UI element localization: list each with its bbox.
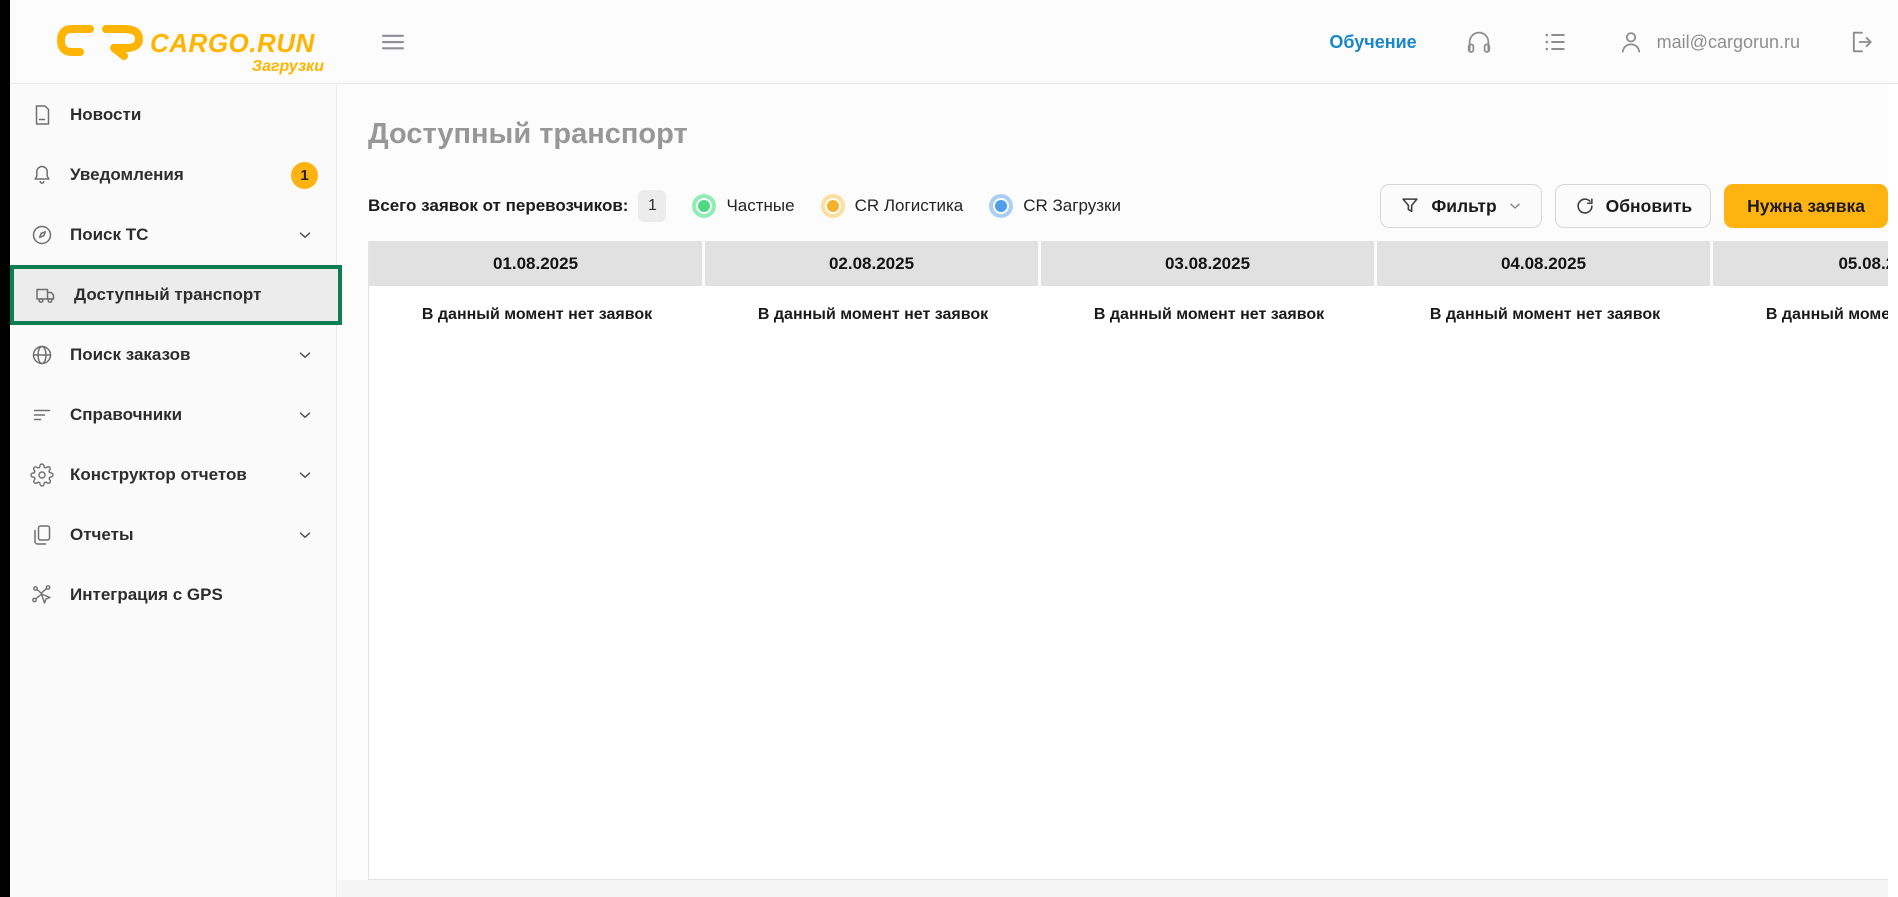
sidebar-item-gps-integration[interactable]: Интеграция с GPS (10, 565, 336, 625)
funnel-icon (1399, 195, 1421, 217)
training-link[interactable]: Обучение (1329, 32, 1416, 53)
page-title: Доступный транспорт (368, 118, 688, 151)
table-column-header: 05.08.2025 (1713, 241, 1888, 286)
empty-requests-cell: В данный момент нет заявок (1713, 286, 1888, 324)
headphones-icon[interactable] (1465, 28, 1493, 56)
truck-icon (34, 283, 58, 307)
table-column-header: 04.08.2025 (1377, 241, 1713, 286)
chevron-down-icon (296, 526, 314, 544)
total-requests-count: 1 (638, 190, 666, 222)
sidebar-item-reports[interactable]: Отчеты (10, 505, 336, 565)
refresh-icon (1574, 195, 1596, 217)
sidebar-item-label: Поиск ТС (70, 225, 148, 245)
list-icon[interactable] (1541, 28, 1569, 56)
globe-icon (30, 343, 54, 367)
sidebar-item-directories[interactable]: Справочники (10, 385, 336, 445)
chevron-down-icon (296, 226, 314, 244)
table-column-header: 02.08.2025 (705, 241, 1041, 286)
sidebar-item-search-vehicles[interactable]: Поиск ТС (10, 205, 336, 265)
gear-icon (30, 463, 54, 487)
empty-requests-cell: В данный момент нет заявок (1377, 286, 1713, 324)
user-menu[interactable]: mail@cargorun.ru (1617, 28, 1800, 56)
legend-dot-yellow (821, 194, 845, 218)
empty-requests-cell: В данный момент нет заявок (369, 286, 705, 324)
bell-icon (30, 163, 54, 187)
table-column-header: 01.08.2025 (369, 241, 705, 286)
empty-requests-cell: В данный момент нет заявок (1041, 286, 1377, 324)
refresh-button-label: Обновить (1606, 196, 1693, 217)
copy-icon (30, 523, 54, 547)
need-request-button-label: Нужна заявка (1747, 196, 1865, 217)
table-body-row: В данный момент нет заявок В данный моме… (369, 286, 1888, 324)
page-scrollbar[interactable] (1888, 85, 1898, 897)
legend-label: CR Загрузки (1023, 196, 1121, 216)
news-icon (30, 103, 54, 127)
app-window: CARGO.RUN Загрузки Обучение (0, 0, 1898, 897)
logout-icon[interactable] (1848, 28, 1876, 56)
action-buttons: Фильтр Обновить Нужна заявка (1380, 184, 1888, 228)
main-content: Доступный транспорт Всего заявок от пере… (338, 85, 1898, 897)
chevron-down-icon (296, 406, 314, 424)
legend-item-cr-loads: CR Загрузки (989, 194, 1121, 218)
sidebar-item-label: Поиск заказов (70, 345, 190, 365)
table-header-row: 01.08.2025 02.08.2025 03.08.2025 04.08.2… (369, 241, 1888, 286)
sidebar-item-label: Интеграция с GPS (70, 585, 223, 605)
refresh-button[interactable]: Обновить (1555, 184, 1712, 228)
user-icon (1617, 28, 1645, 56)
toolbar-row: Всего заявок от перевозчиков: 1 Частные … (368, 183, 1888, 229)
empty-requests-cell: В данный момент нет заявок (705, 286, 1041, 324)
gps-icon (30, 583, 54, 607)
left-black-edge (0, 0, 10, 897)
legend-dot-green (692, 194, 716, 218)
lines-icon (30, 403, 54, 427)
sidebar-nav: Новости Уведомления 1 Поиск ТС (10, 85, 337, 897)
sidebar-item-label: Новости (70, 105, 141, 125)
sidebar-item-label: Доступный транспорт (74, 285, 261, 305)
sidebar-item-label: Отчеты (70, 525, 134, 545)
sidebar-item-label: Справочники (70, 405, 182, 425)
legend-item-private: Частные (692, 194, 794, 218)
cargo-run-logo-icon (56, 24, 144, 60)
legend-dot-blue (989, 194, 1013, 218)
chevron-down-icon (1507, 198, 1523, 214)
logo-subtitle: Загрузки (48, 58, 324, 76)
hamburger-icon[interactable] (378, 27, 408, 57)
top-header: CARGO.RUN Загрузки Обучение (10, 0, 1898, 84)
sidebar-item-label: Конструктор отчетов (70, 465, 247, 485)
header-right-cluster: Обучение (1329, 0, 1876, 84)
chevron-down-icon (296, 346, 314, 364)
page-bottom-strip (338, 880, 1898, 897)
sidebar-item-label: Уведомления (70, 165, 184, 185)
logo-title: CARGO.RUN (150, 28, 315, 59)
notifications-badge: 1 (291, 162, 318, 189)
sidebar-item-search-orders[interactable]: Поиск заказов (10, 325, 336, 385)
table-column-header: 03.08.2025 (1041, 241, 1377, 286)
need-request-button[interactable]: Нужна заявка (1724, 184, 1888, 228)
legend-label: CR Логистика (855, 196, 964, 216)
compass-icon (30, 223, 54, 247)
sidebar-item-available-transport[interactable]: Доступный транспорт (10, 265, 342, 325)
chevron-down-icon (296, 466, 314, 484)
logo[interactable]: CARGO.RUN Загрузки (48, 14, 308, 70)
filter-button[interactable]: Фильтр (1380, 184, 1541, 228)
filter-button-label: Фильтр (1431, 196, 1496, 217)
legend-item-cr-logistics: CR Логистика (821, 194, 964, 218)
sidebar-item-report-builder[interactable]: Конструктор отчетов (10, 445, 336, 505)
requests-summary: Всего заявок от перевозчиков: 1 Частные … (368, 190, 1121, 222)
sidebar-item-notifications[interactable]: Уведомления 1 (10, 145, 336, 205)
legend-label: Частные (726, 196, 794, 216)
transport-calendar-table: 01.08.2025 02.08.2025 03.08.2025 04.08.2… (368, 241, 1888, 880)
sidebar-item-news[interactable]: Новости (10, 85, 336, 145)
user-email: mail@cargorun.ru (1657, 32, 1800, 53)
total-requests-label: Всего заявок от перевозчиков: (368, 196, 628, 216)
